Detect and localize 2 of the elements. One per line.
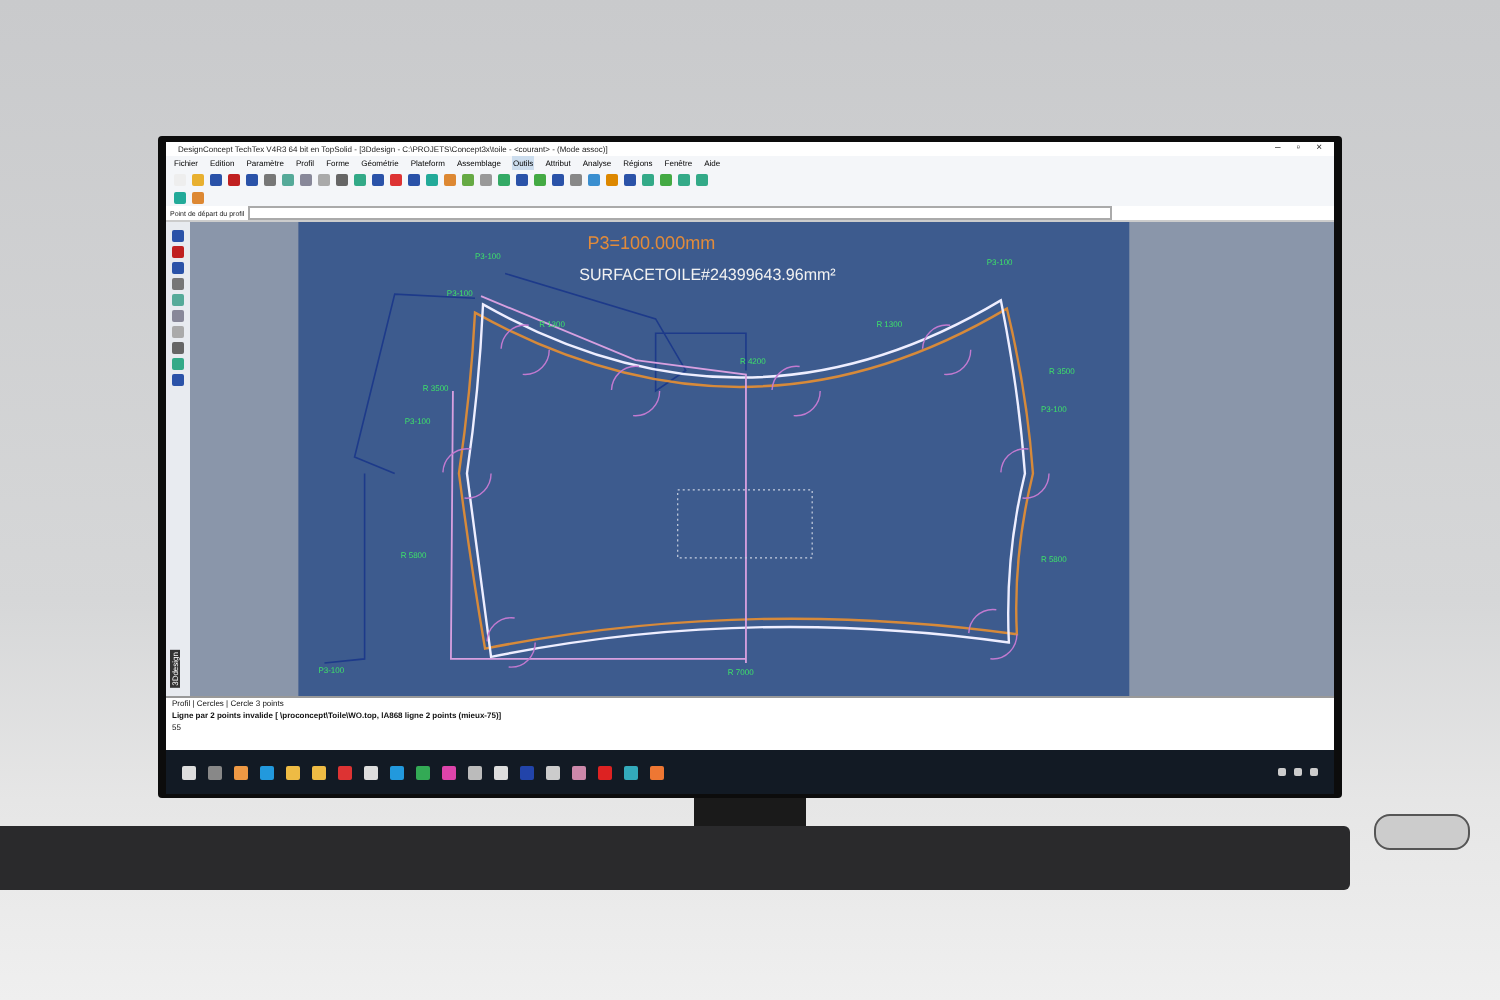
surface-area-text: SURFACETOILE#24399643.96mm² xyxy=(579,265,836,284)
dimension-text: P3=100.000mm xyxy=(587,232,716,253)
